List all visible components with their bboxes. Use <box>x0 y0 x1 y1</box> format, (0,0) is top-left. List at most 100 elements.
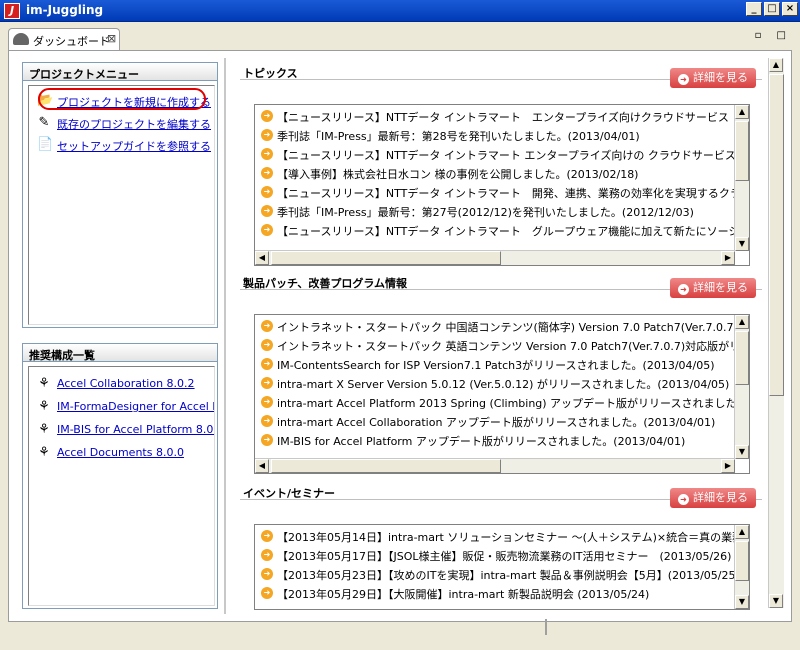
events-list: ➜ 【2013年05月14日】intra-mart ソリューションセミナー 〜(人… <box>254 524 750 610</box>
topics-list: ➜ 【ニュースリリース】NTTデータ イントラマート エンタープライズ向けクラウド… <box>254 104 750 266</box>
list-item-text: 【2013年05月23日】【攻めのITを実現】intra-mart 製品＆事例説… <box>277 569 740 582</box>
arrow-bullet-icon: ➜ <box>261 377 273 389</box>
vertical-scrollbar[interactable]: ▲ ▼ <box>734 105 749 251</box>
arrow-right-icon: ➜ <box>678 284 689 295</box>
events-section: イベント/セミナー ➜ 詳細を見る ➜ 【2013年05月14日】intra-mar… <box>240 484 764 610</box>
juggler-icon: ⚘ <box>38 376 50 391</box>
arrow-bullet-icon: ➜ <box>261 205 273 217</box>
topics-section: トピックス ➜ 詳細を見る ➜ 【ニュースリリース】NTTデータ イントラマート エ… <box>240 64 764 268</box>
arrow-bullet-icon: ➜ <box>261 415 273 427</box>
patches-section: 製品パッチ、改善プログラム情報 ➜ 詳細を見る ➜ イントラネット・スタートパック … <box>240 274 764 478</box>
arrow-bullet-icon: ➜ <box>261 129 273 141</box>
horizontal-scrollbar[interactable]: ◀ ▶ <box>255 250 735 265</box>
arrow-bullet-icon: ➜ <box>261 110 273 122</box>
view-controls[interactable]: ▫ □ <box>755 30 792 41</box>
arrow-right-icon: ➜ <box>678 74 689 85</box>
arrow-bullet-icon: ➜ <box>261 396 273 408</box>
arrow-bullet-icon: ➜ <box>261 530 273 542</box>
scroll-down-button[interactable]: ▼ <box>735 595 749 609</box>
recommended-panel: 推奨構成一覧 ⚘ Accel Collaboration 8.0.2 ⚘ IM-… <box>22 343 218 609</box>
scroll-thumb[interactable] <box>735 331 749 385</box>
close-window-button[interactable]: × <box>782 2 798 16</box>
vertical-scrollbar[interactable]: ▲ ▼ <box>734 525 749 609</box>
list-item-text: イントラネット・スタートパック 中国語コンテンツ(簡体字) Version 7.… <box>277 321 750 334</box>
recommended-link[interactable]: Accel Collaboration 8.0.2 <box>57 377 195 390</box>
minimize-button[interactable]: _ <box>746 2 762 16</box>
scroll-right-button[interactable]: ▶ <box>721 459 735 473</box>
list-item-text: 【ニュースリリース】NTTデータ イントラマート 開発、連携、業務の効率化を実現… <box>277 187 750 200</box>
list-item-text: 【ニュースリリース】NTTデータ イントラマート グループウェア機能に加えて新た… <box>277 225 750 238</box>
arrow-bullet-icon: ➜ <box>261 224 273 236</box>
detail-label: 詳細を見る <box>693 71 748 84</box>
window-title: im-Juggling <box>26 3 104 17</box>
events-detail-button[interactable]: ➜ 詳細を見る <box>670 488 756 508</box>
list-item-text: 【ニュースリリース】NTTデータ イントラマート エンタープライズ向けの クラウ… <box>277 149 750 162</box>
scroll-up-button[interactable]: ▲ <box>735 315 749 329</box>
tab-dashboard[interactable]: ダッシュボード ⊠ <box>8 28 120 50</box>
scroll-down-button[interactable]: ▼ <box>735 237 749 251</box>
scroll-thumb[interactable] <box>735 121 749 181</box>
arrow-bullet-icon: ➜ <box>261 358 273 370</box>
arrow-right-icon: ➜ <box>678 494 689 505</box>
document-icon: 📄 <box>37 137 54 152</box>
list-item-text: 【2013年05月17日】【JSOL様主催】販促・販売物流業務のIT活用セミナー… <box>277 550 732 563</box>
arrow-bullet-icon: ➜ <box>261 434 273 446</box>
juggler-icon: ⚘ <box>38 399 50 414</box>
scroll-left-button[interactable]: ◀ <box>255 251 269 265</box>
arrow-bullet-icon: ➜ <box>261 186 273 198</box>
list-item-text: 【ニュースリリース】NTTデータ イントラマート エンタープライズ向けクラウドサ… <box>277 111 749 124</box>
scroll-right-button[interactable]: ▶ <box>721 251 735 265</box>
arrow-bullet-icon: ➜ <box>261 549 273 561</box>
juggler-icon: ⚘ <box>38 422 50 437</box>
tab-dashboard-label: ダッシュボード <box>33 35 110 48</box>
detail-label: 詳細を見る <box>693 491 748 504</box>
list-item-text: intra-mart Accel Platform 2013 Spring (C… <box>277 397 750 410</box>
recommended-link[interactable]: IM-FormaDesigner for Accel P <box>57 400 214 413</box>
project-menu-title: プロジェクトメニュー <box>23 63 217 81</box>
juggler-icon: ⚘ <box>38 445 50 460</box>
topics-detail-button[interactable]: ➜ 詳細を見る <box>670 68 756 88</box>
setup-guide-link[interactable]: セットアップガイドを参照する <box>57 138 211 154</box>
recommended-title: 推奨構成一覧 <box>23 344 217 362</box>
arrow-bullet-icon: ➜ <box>261 167 273 179</box>
recommended-link[interactable]: IM-BIS for Accel Platform 8.0.1 <box>57 423 214 436</box>
app-logo-icon: J <box>4 3 20 19</box>
highlight-annotation <box>38 88 206 110</box>
scroll-up-button[interactable]: ▲ <box>735 105 749 119</box>
list-item-text: intra-mart X Server Version 5.0.12 (Ver.… <box>277 378 730 391</box>
project-menu-list: 📂 プロジェクトを新規に作成する ✎ 既存のプロジェクトを編集する 📄 セットア… <box>28 85 215 325</box>
list-item-text: IM-ContentsSearch for ISP Version7.1 Pat… <box>277 359 715 372</box>
scroll-up-button[interactable]: ▲ <box>769 58 783 72</box>
arrow-bullet-icon: ➜ <box>261 148 273 160</box>
scroll-thumb[interactable] <box>769 74 784 396</box>
vertical-scrollbar[interactable]: ▲ ▼ <box>734 315 749 459</box>
page-vertical-scrollbar[interactable]: ▲ ▼ <box>768 58 784 608</box>
detail-label: 詳細を見る <box>693 281 748 294</box>
arrow-bullet-icon: ➜ <box>261 587 273 599</box>
maximize-button[interactable]: □ <box>764 2 780 16</box>
edit-project-link[interactable]: 既存のプロジェクトを編集する <box>57 116 211 132</box>
horizontal-scrollbar[interactable]: ◀ ▶ <box>255 458 735 473</box>
patches-list: ➜ イントラネット・スタートパック 中国語コンテンツ(簡体字) Version 7… <box>254 314 750 474</box>
dashboard-icon <box>13 33 29 45</box>
arrow-bullet-icon: ➜ <box>261 339 273 351</box>
scroll-left-button[interactable]: ◀ <box>255 459 269 473</box>
list-item-text: intra-mart Accel Collaboration アップデート版がリ… <box>277 416 716 429</box>
list-item-text: 季刊誌「IM-Press」最新号：第27号(2012/12)を発刊いたしました。… <box>277 206 694 219</box>
patches-detail-button[interactable]: ➜ 詳細を見る <box>670 278 756 298</box>
scroll-down-button[interactable]: ▼ <box>735 445 749 459</box>
tab-close-icon[interactable]: ⊠ <box>107 32 116 45</box>
arrow-bullet-icon: ➜ <box>261 320 273 332</box>
arrow-bullet-icon: ➜ <box>261 568 273 580</box>
panel-divider[interactable] <box>224 58 226 614</box>
scroll-thumb[interactable] <box>271 251 501 265</box>
list-item-text: イントラネット・スタートパック 英語コンテンツ Version 7.0 Patc… <box>277 340 749 353</box>
scroll-down-button[interactable]: ▼ <box>769 594 783 608</box>
scroll-thumb[interactable] <box>271 459 501 473</box>
wand-icon: ✎ <box>38 115 50 130</box>
list-item-text: 【導入事例】株式会社日水コン 様の事例を公開しました。(2013/02/18) <box>277 168 639 181</box>
scroll-thumb[interactable] <box>735 541 749 581</box>
recommended-link[interactable]: Accel Documents 8.0.0 <box>57 446 184 459</box>
list-item-text: 【2013年05月14日】intra-mart ソリューションセミナー 〜(人＋… <box>277 531 750 544</box>
scroll-up-button[interactable]: ▲ <box>735 525 749 539</box>
